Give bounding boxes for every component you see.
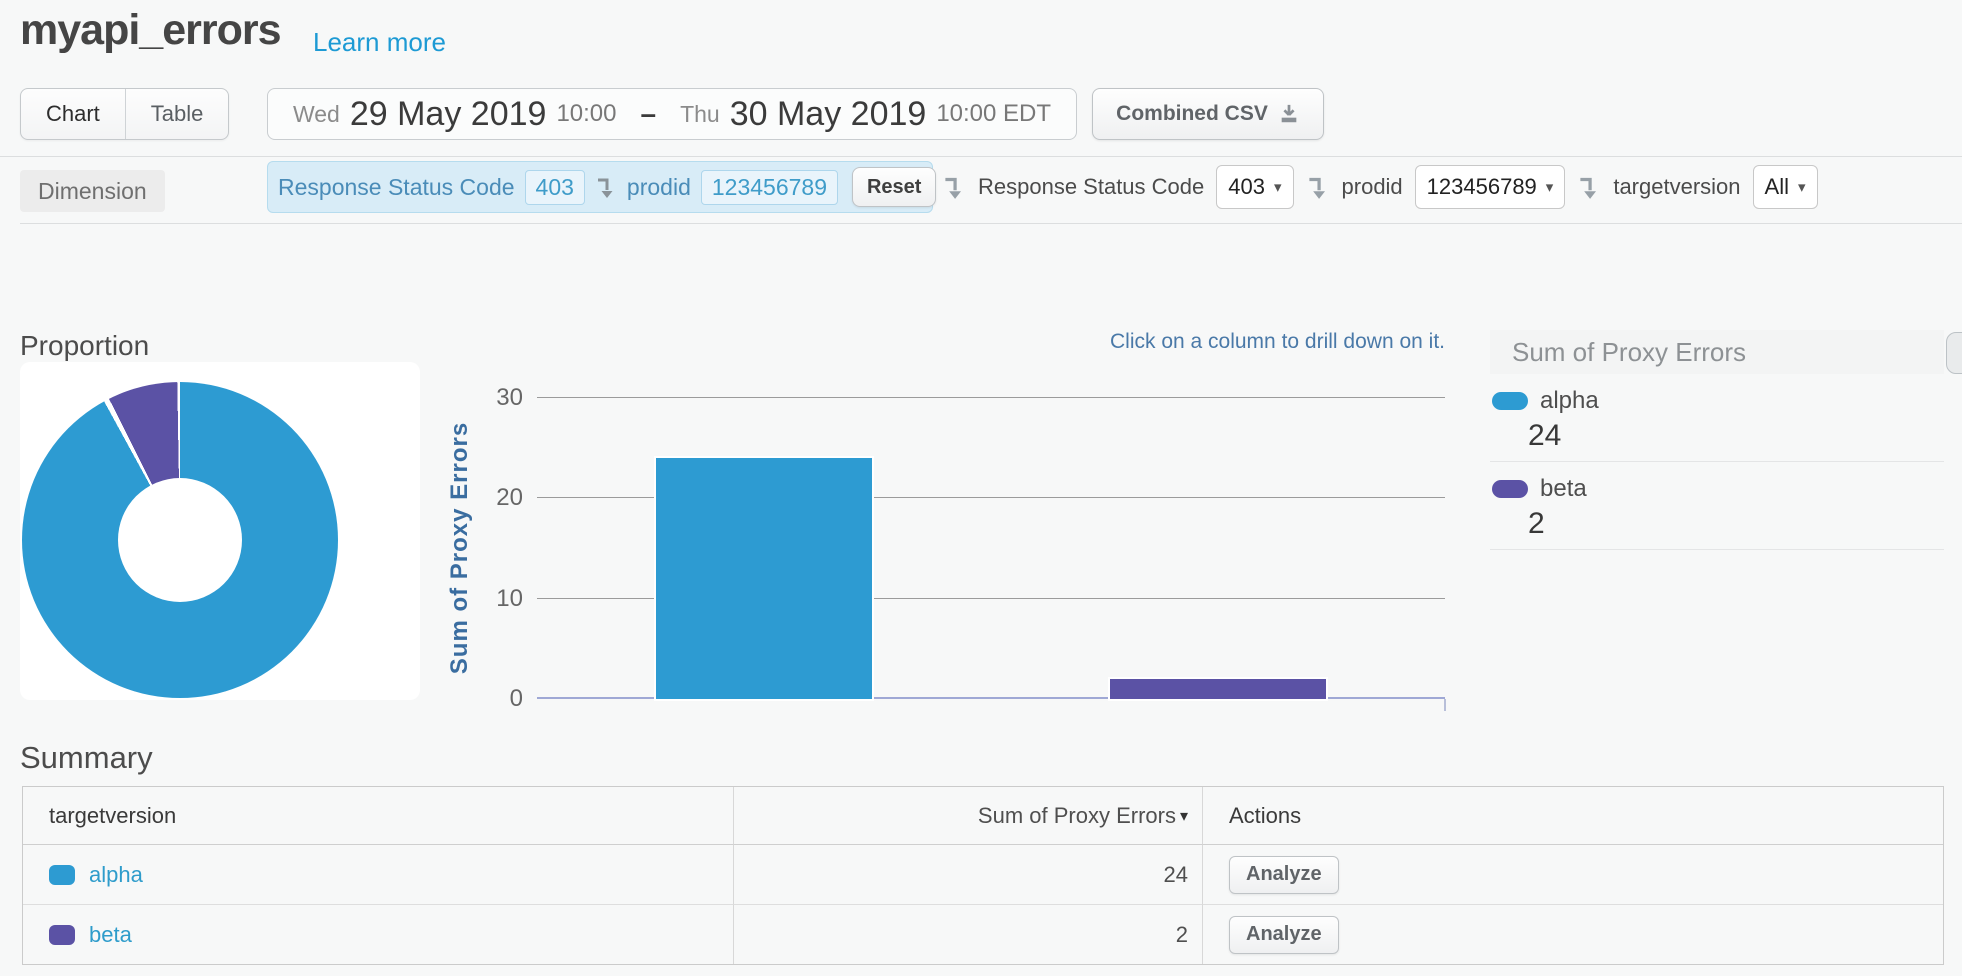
dimension-label: Dimension — [20, 170, 165, 212]
donut-hole — [118, 478, 242, 602]
table-row-beta-value: 2 — [734, 905, 1203, 964]
donut-chart[interactable] — [22, 382, 338, 698]
view-toggle: Chart Table — [20, 88, 229, 140]
crumb-dimension-1: Response Status Code — [278, 174, 515, 201]
analyze-button[interactable]: Analyze — [1229, 856, 1339, 894]
targetversion-select[interactable]: All ▾ — [1753, 165, 1818, 209]
caret-down-icon: ▾ — [1274, 178, 1282, 196]
caret-down-icon: ▾ — [1546, 178, 1554, 196]
y-tick-label: 20 — [471, 485, 523, 511]
alpha-swatch — [1492, 392, 1528, 410]
status-code-select[interactable]: 403 ▾ — [1216, 165, 1293, 209]
column-header-targetversion: targetversion — [23, 787, 734, 845]
date-range-picker[interactable]: Wed 29 May 2019 10:00 – Thu 30 May 2019 … — [267, 88, 1077, 140]
alpha-swatch — [49, 865, 75, 885]
end-time: 10:00 EDT — [936, 100, 1051, 128]
level-down-icon — [942, 173, 966, 201]
caret-down-icon: ▾ — [1798, 178, 1806, 196]
drilldown-breadcrumb[interactable]: Response Status Code 403 prodid 12345678… — [267, 161, 933, 213]
table-row-beta-name: beta — [23, 905, 734, 964]
legend-label: beta — [1540, 475, 1587, 503]
targetversion-value: All — [1765, 174, 1789, 200]
level-down-icon — [1306, 173, 1330, 201]
legend-label: alpha — [1540, 387, 1599, 415]
tab-table[interactable]: Table — [125, 89, 229, 139]
combined-csv-button[interactable]: Combined CSV — [1092, 88, 1324, 140]
proportion-title: Proportion — [20, 330, 149, 362]
legend-value: 24 — [1528, 419, 1944, 453]
column-header-actions: Actions — [1203, 787, 1943, 845]
legend-item-alpha: alpha 24 — [1490, 374, 1944, 462]
bar-beta[interactable] — [1108, 677, 1328, 701]
chart-legend: Sum of Proxy Errors alpha 24 beta 2 — [1490, 330, 1944, 550]
table-row-beta-actions: Analyze — [1203, 905, 1943, 964]
start-time: 10:00 — [556, 100, 616, 128]
download-icon — [1278, 103, 1300, 125]
crumb-dimension-2: prodid — [627, 174, 691, 201]
y-axis-title: Sum of Proxy Errors — [446, 422, 474, 674]
column-header-sum-label: Sum of Proxy Errors — [978, 803, 1176, 829]
bar-alpha[interactable] — [654, 456, 874, 701]
start-date: 29 May 2019 — [350, 95, 547, 134]
prodid-value: 123456789 — [1427, 174, 1537, 200]
tab-chart[interactable]: Chart — [21, 89, 125, 139]
axis-end-tick — [1444, 699, 1446, 711]
end-day: Thu — [680, 101, 720, 128]
proportion-card — [20, 362, 420, 700]
sort-desc-icon: ▾ — [1180, 806, 1188, 826]
table-row-alpha-actions: Analyze — [1203, 845, 1943, 905]
y-tick-label: 0 — [471, 686, 523, 712]
filter-controls: Response Status Code 403 ▾ prodid 123456… — [942, 161, 1818, 213]
csv-button-label: Combined CSV — [1116, 102, 1268, 126]
analytics-dashboard: myapi_errors Learn more Chart Table Wed … — [0, 0, 1962, 976]
y-tick-label: 10 — [471, 586, 523, 612]
legend-title: Sum of Proxy Errors — [1490, 330, 1944, 374]
filter-label-targetversion: targetversion — [1613, 174, 1740, 200]
prodid-select[interactable]: 123456789 ▾ — [1415, 165, 1566, 209]
beta-swatch — [1492, 480, 1528, 498]
clipped-side-button[interactable] — [1946, 332, 1962, 374]
beta-swatch — [49, 925, 75, 945]
crumb-value-1[interactable]: 403 — [525, 170, 585, 205]
status-code-value: 403 — [1228, 174, 1265, 200]
summary-table: targetversion Sum of Proxy Errors ▾ Acti… — [22, 786, 1944, 965]
end-date: 30 May 2019 — [730, 95, 927, 134]
divider — [20, 223, 1962, 224]
date-range-separator: – — [641, 98, 657, 130]
analyze-button[interactable]: Analyze — [1229, 916, 1339, 954]
drilldown-hint: Click on a column to drill down on it. — [800, 330, 1445, 354]
table-row-alpha-value: 24 — [734, 845, 1203, 905]
column-header-sum-sortable[interactable]: Sum of Proxy Errors ▾ — [734, 787, 1203, 845]
filter-label-status-code: Response Status Code — [978, 174, 1204, 200]
reset-button[interactable]: Reset — [852, 167, 936, 207]
summary-title: Summary — [20, 740, 153, 776]
page-title: myapi_errors — [20, 6, 281, 55]
y-tick-label: 30 — [471, 385, 523, 411]
table-row-alpha-name: alpha — [23, 845, 734, 905]
divider — [0, 156, 1962, 157]
level-down-icon — [1577, 173, 1601, 201]
legend-value: 2 — [1528, 507, 1944, 541]
filter-label-prodid: prodid — [1342, 174, 1403, 200]
bar-chart: 0102030 — [537, 398, 1445, 699]
beta-link[interactable]: beta — [89, 922, 132, 948]
learn-more-link[interactable]: Learn more — [313, 27, 446, 58]
start-day: Wed — [293, 101, 340, 128]
alpha-link[interactable]: alpha — [89, 862, 143, 888]
crumb-value-2[interactable]: 123456789 — [701, 170, 838, 205]
gridline — [537, 397, 1445, 398]
level-down-icon — [595, 174, 617, 200]
legend-item-beta: beta 2 — [1490, 462, 1944, 550]
